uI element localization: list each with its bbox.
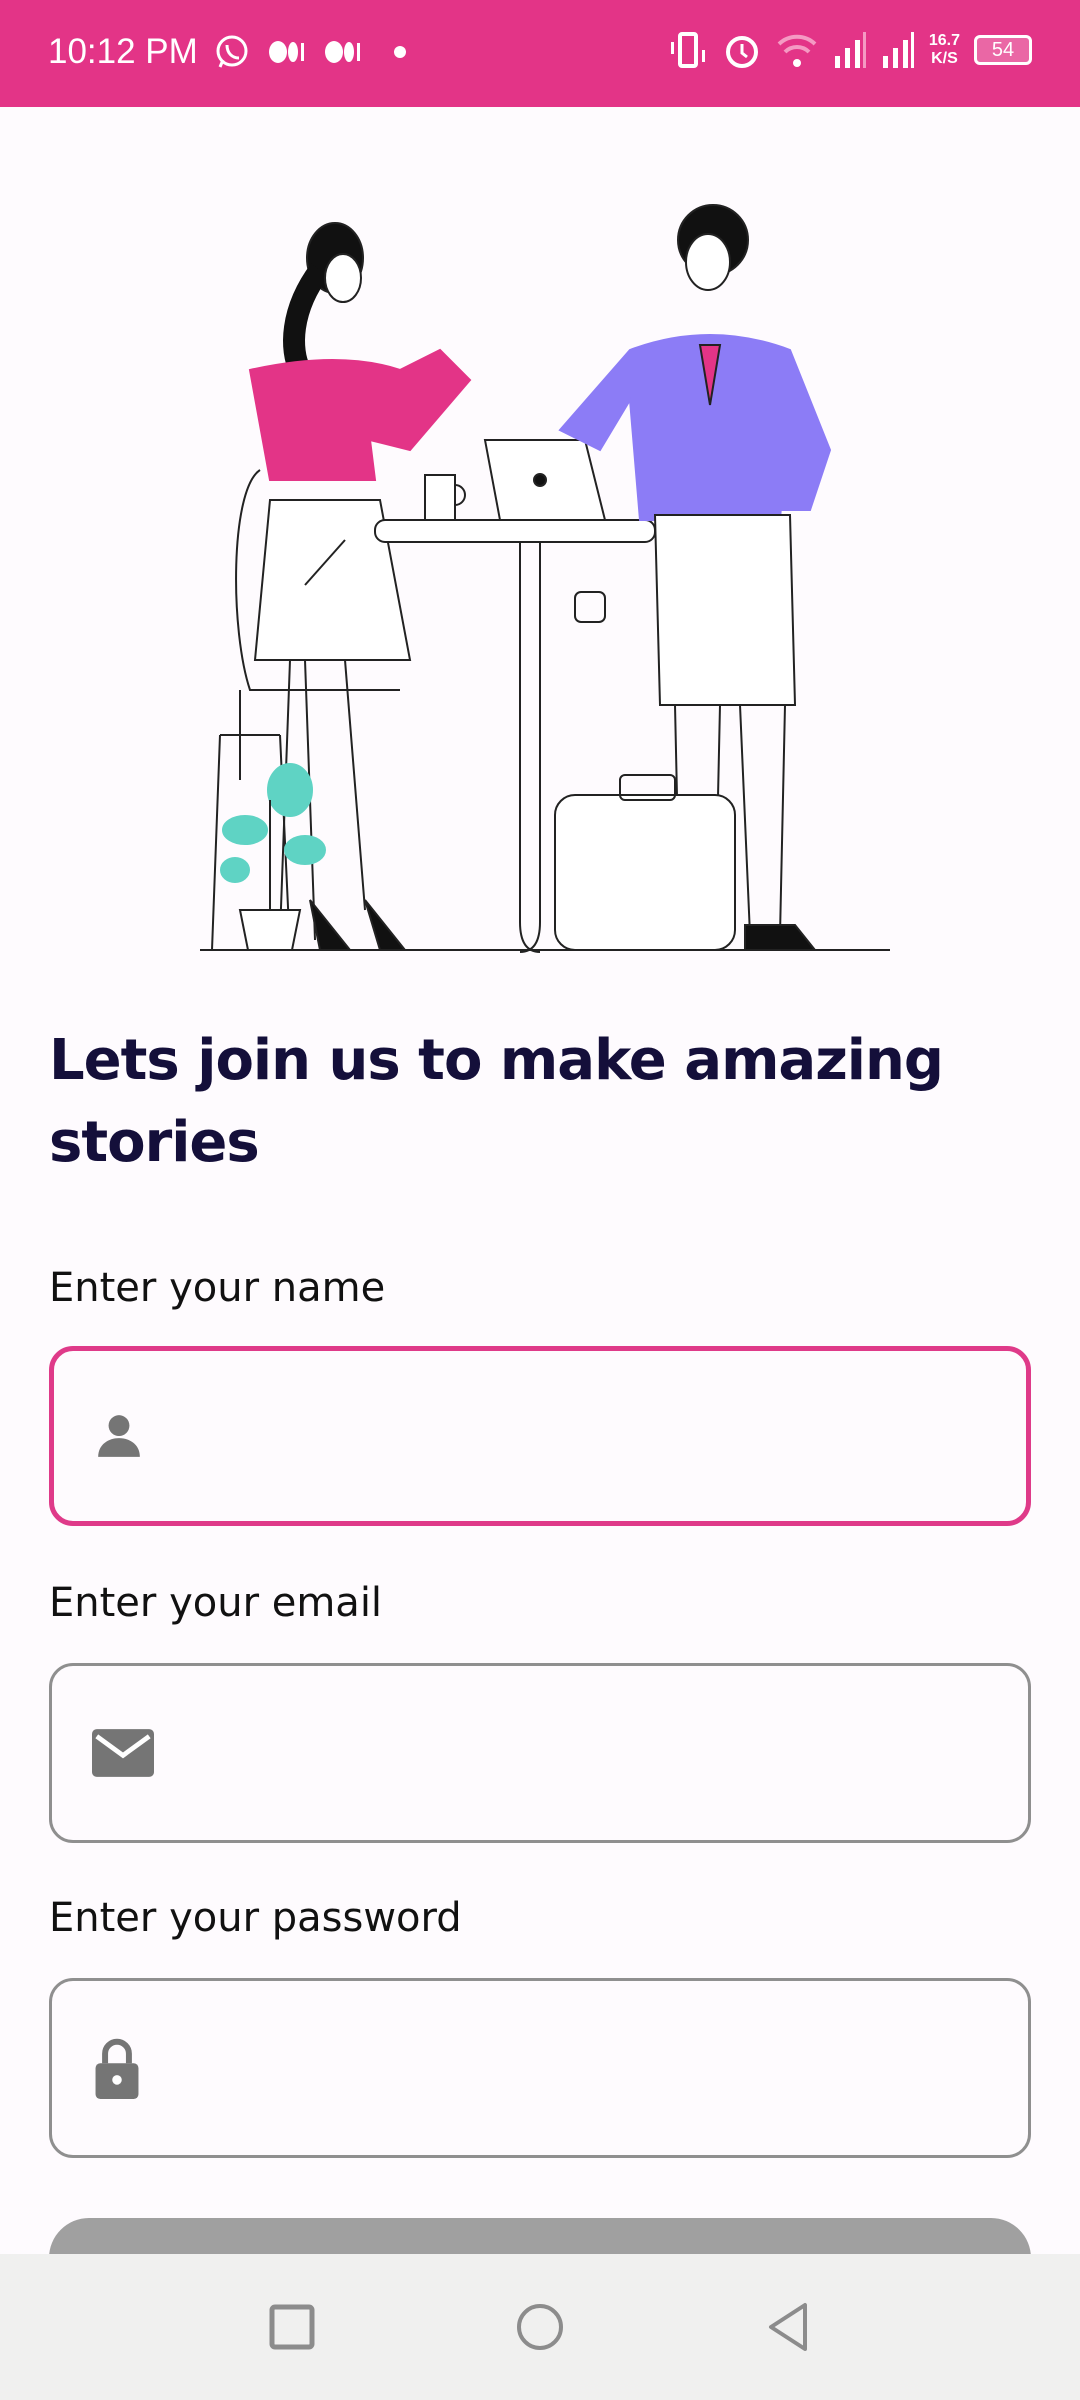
page-title: Lets join us to make amazing stories <box>49 1028 944 1175</box>
wifi-icon <box>777 34 817 67</box>
home-icon[interactable] <box>515 2302 565 2352</box>
notification-dot-icon <box>394 46 406 58</box>
email-label: Enter your email <box>49 1580 383 1626</box>
battery-indicator: 54 <box>974 35 1032 65</box>
status-time: 10:12 PM <box>48 32 198 71</box>
medium-icon <box>269 41 304 63</box>
signal-icon <box>882 32 914 68</box>
name-input[interactable] <box>174 1351 1026 1521</box>
alarm-icon <box>725 36 758 68</box>
mail-icon <box>92 1729 154 1777</box>
email-input[interactable] <box>184 1666 1028 1840</box>
medium-icon <box>325 41 360 63</box>
name-field[interactable] <box>49 1346 1031 1526</box>
password-input[interactable] <box>172 1981 1028 2155</box>
vibrate-icon <box>670 32 705 68</box>
network-speed: 16.7 K/S <box>928 32 960 67</box>
lock-icon <box>95 2038 139 2099</box>
back-icon[interactable] <box>765 2302 811 2352</box>
whatsapp-icon <box>216 35 248 68</box>
password-field[interactable] <box>49 1978 1031 2158</box>
signal-icon <box>834 32 866 68</box>
email-field[interactable] <box>49 1663 1031 1843</box>
illustration-people-meeting <box>200 204 890 953</box>
person-icon <box>98 1415 140 1457</box>
navigation-bar <box>0 2254 1080 2400</box>
status-bar: 10:12 PM 16.7 K/S 54 <box>0 0 1080 107</box>
recents-icon[interactable] <box>269 2304 315 2350</box>
name-label: Enter your name <box>49 1265 386 1311</box>
password-label: Enter your password <box>49 1895 462 1941</box>
